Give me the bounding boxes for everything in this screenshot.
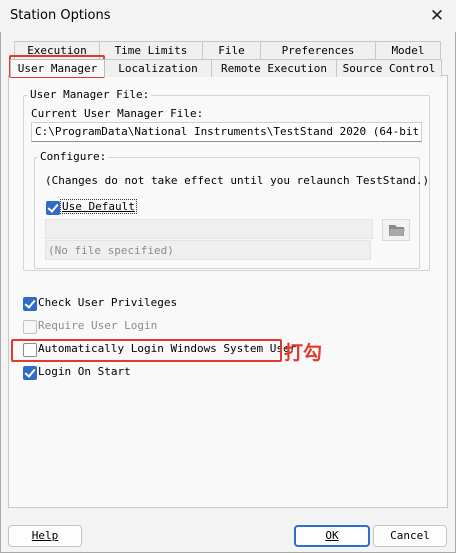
title-bar: Station Options ✕ <box>0 0 456 32</box>
tab-file[interactable]: File <box>202 41 261 59</box>
tab-time-limits[interactable]: Time Limits <box>99 41 203 59</box>
ok-button[interactable]: OK <box>294 525 370 547</box>
tab-user-manager[interactable]: User Manager <box>10 59 105 77</box>
check-annotation: 打勾 <box>284 342 323 364</box>
current-file-label: Current User Manager File: <box>31 107 204 120</box>
check-user-privileges-checkbox[interactable] <box>23 297 37 311</box>
help-button[interactable]: Help <box>8 525 82 547</box>
require-user-login-label: Require User Login <box>38 319 158 332</box>
check-user-privileges-label: Check User Privileges <box>38 296 178 309</box>
file-path-field[interactable] <box>45 219 373 239</box>
login-on-start-label: Login On Start <box>38 365 131 378</box>
cancel-button[interactable]: Cancel <box>373 525 447 547</box>
tab-preferences[interactable]: Preferences <box>260 41 376 59</box>
no-file-display: (No file specified) <box>45 240 371 260</box>
tab-execution[interactable]: Execution <box>14 41 100 59</box>
require-user-login-checkbox[interactable] <box>23 320 37 334</box>
current-file-field[interactable]: C:\ProgramData\National Instruments\Test… <box>31 122 422 142</box>
auto-login-windows-user-label: Automatically Login Windows System User <box>38 342 297 355</box>
user-manager-file-label: User Manager File: <box>28 88 152 101</box>
auto-login-windows-user-checkbox[interactable] <box>23 343 37 357</box>
configure-label: Configure: <box>38 150 109 163</box>
tab-remote-execution[interactable]: Remote Execution <box>211 59 337 77</box>
login-on-start-checkbox[interactable] <box>23 366 37 380</box>
use-default-checkbox[interactable] <box>46 201 60 215</box>
browse-folder-button[interactable] <box>382 219 410 241</box>
tab-source-control[interactable]: Source Control <box>336 59 442 77</box>
tab-model[interactable]: Model <box>375 41 441 59</box>
folder-icon <box>389 225 405 236</box>
relaunch-note: (Changes do not take effect until you re… <box>45 174 430 187</box>
close-icon[interactable]: ✕ <box>426 5 448 27</box>
tab-localization[interactable]: Localization <box>104 59 212 77</box>
window-title: Station Options <box>10 8 111 23</box>
use-default-label: Use Default <box>60 199 137 214</box>
